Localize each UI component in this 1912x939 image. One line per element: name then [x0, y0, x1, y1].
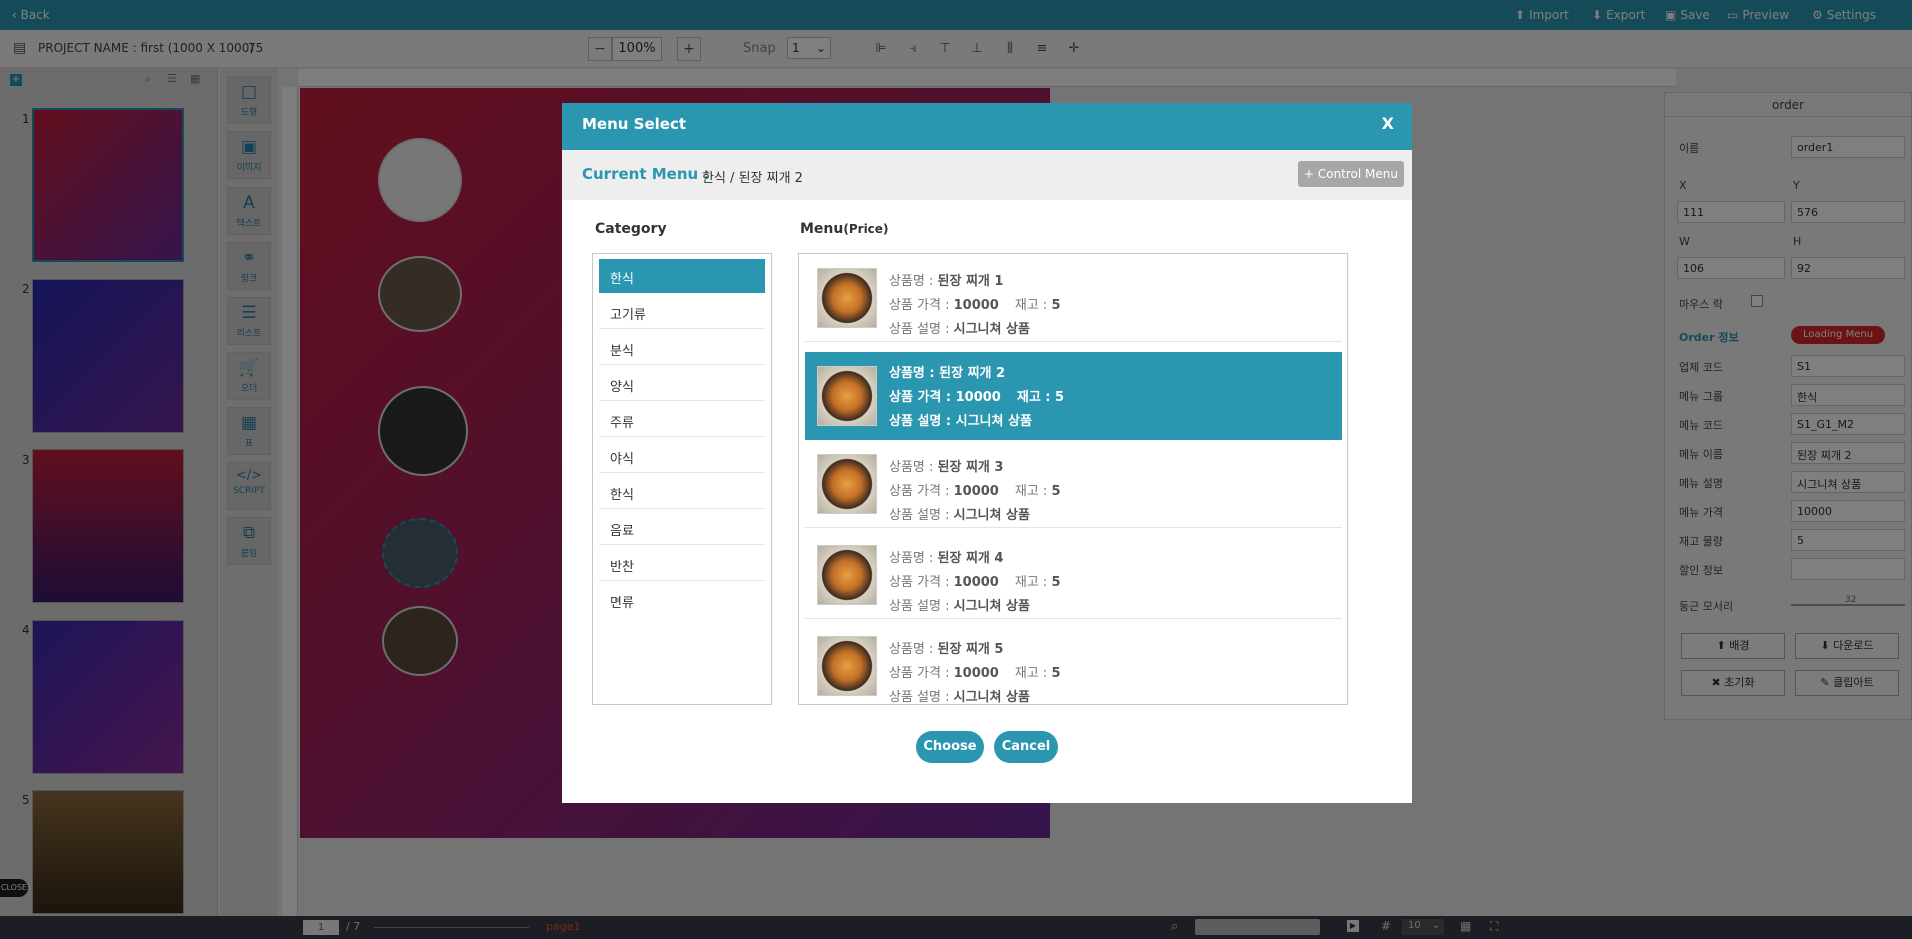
- category-heading: Category: [595, 221, 667, 237]
- food-image: [817, 636, 877, 696]
- menu-price: 상품 가격 : 10000 재고 : 5: [889, 480, 1060, 499]
- category-item[interactable]: 면류: [599, 583, 765, 617]
- stock-label: 재고 :: [1014, 484, 1052, 499]
- menu-price: 상품 가격 : 10000 재고 : 5: [889, 386, 1064, 405]
- menu-price: 상품 가격 : 10000 재고 : 5: [889, 571, 1060, 590]
- desc-value: 시그니쳐 상품: [953, 599, 1030, 614]
- menu-price: 상품 가격 : 10000 재고 : 5: [889, 662, 1060, 681]
- stock-value: 5: [1051, 666, 1061, 681]
- menu-item[interactable]: 상품명 : 된장 찌개 5 상품 가격 : 10000 재고 : 5 상품 설명 …: [805, 622, 1342, 705]
- category-item[interactable]: 야식: [599, 439, 765, 473]
- dialog-title: Menu Select: [582, 115, 687, 133]
- name-value: 된장 찌개 5: [937, 642, 1004, 657]
- food-image: [817, 454, 877, 514]
- price-value: 10000: [953, 666, 999, 681]
- price-value: 10000: [953, 484, 999, 499]
- menu-desc: 상품 설명 : 시그니쳐 상품: [889, 318, 1030, 337]
- price-label: 상품 가격 :: [889, 390, 956, 405]
- name-value: 된장 찌개 4: [937, 551, 1004, 566]
- price-value: 10000: [953, 575, 999, 590]
- choose-button[interactable]: Choose: [916, 731, 984, 763]
- menu-heading: Menu(Price): [800, 221, 888, 237]
- menu-desc: 상품 설명 : 시그니쳐 상품: [889, 595, 1030, 614]
- category-item[interactable]: 음료: [599, 511, 765, 545]
- menu-price: 상품 가격 : 10000 재고 : 5: [889, 294, 1060, 313]
- current-menu-bar: Current Menu : 한식 / 된장 찌개 2 + Control Me…: [562, 150, 1412, 200]
- stock-value: 5: [1055, 390, 1065, 405]
- price-label: 상품 가격 :: [889, 666, 954, 681]
- desc-label: 상품 설명 :: [889, 690, 954, 705]
- stock-value: 5: [1051, 484, 1061, 499]
- desc-label: 상품 설명 :: [889, 508, 954, 523]
- menu-name: 상품명 : 된장 찌개 5: [889, 638, 1003, 657]
- desc-label: 상품 설명 :: [889, 322, 954, 337]
- desc-value: 시그니쳐 상품: [955, 414, 1032, 429]
- name-label: 상품명 :: [889, 551, 938, 566]
- name-label: 상품명 :: [889, 366, 940, 381]
- category-item[interactable]: 주류: [599, 403, 765, 437]
- stock-label: 재고 :: [1014, 298, 1052, 313]
- price-label: 상품 가격 :: [889, 575, 954, 590]
- category-item[interactable]: 고기류: [599, 295, 765, 329]
- price-value: 10000: [953, 298, 999, 313]
- menu-list: 상품명 : 된장 찌개 1 상품 가격 : 10000 재고 : 5 상품 설명 …: [798, 253, 1348, 705]
- menu-name: 상품명 : 된장 찌개 4: [889, 547, 1003, 566]
- current-menu-label: Current Menu :: [582, 165, 710, 183]
- category-item[interactable]: 한식: [599, 475, 765, 509]
- food-image: [817, 268, 877, 328]
- name-label: 상품명 :: [889, 460, 938, 475]
- stock-label: 재고 :: [1016, 390, 1056, 405]
- menu-desc: 상품 설명 : 시그니쳐 상품: [889, 504, 1030, 523]
- category-item[interactable]: 분식: [599, 331, 765, 365]
- name-value: 된장 찌개 2: [939, 366, 1006, 381]
- desc-value: 시그니쳐 상품: [953, 508, 1030, 523]
- name-value: 된장 찌개 1: [937, 274, 1004, 289]
- category-item[interactable]: 양식: [599, 367, 765, 401]
- current-menu-value: 한식 / 된장 찌개 2: [702, 171, 803, 186]
- price-value: 10000: [955, 390, 1001, 405]
- category-list: 한식 고기류 분식 양식 주류 야식 한식 음료 반찬 면류: [592, 253, 772, 705]
- desc-label: 상품 설명 :: [889, 599, 954, 614]
- stock-value: 5: [1051, 298, 1061, 313]
- desc-value: 시그니쳐 상품: [953, 322, 1030, 337]
- menu-heading-sub: (Price): [843, 222, 889, 236]
- desc-label: 상품 설명 :: [889, 414, 956, 429]
- menu-item[interactable]: 상품명 : 된장 찌개 3 상품 가격 : 10000 재고 : 5 상품 설명 …: [805, 440, 1342, 528]
- category-item[interactable]: 반찬: [599, 547, 765, 581]
- price-label: 상품 가격 :: [889, 484, 954, 499]
- menu-desc: 상품 설명 : 시그니쳐 상품: [889, 410, 1032, 429]
- dialog-header: Menu Select X: [562, 103, 1412, 150]
- stock-value: 5: [1051, 575, 1061, 590]
- menu-heading-text: Menu: [800, 221, 844, 237]
- name-value: 된장 찌개 3: [937, 460, 1004, 475]
- stock-label: 재고 :: [1014, 666, 1052, 681]
- menu-desc: 상품 설명 : 시그니쳐 상품: [889, 686, 1030, 705]
- desc-value: 시그니쳐 상품: [953, 690, 1030, 705]
- name-label: 상품명 :: [889, 642, 938, 657]
- close-button[interactable]: X: [1382, 114, 1394, 133]
- control-menu-button[interactable]: + Control Menu: [1298, 161, 1404, 187]
- menu-item[interactable]: 상품명 : 된장 찌개 1 상품 가격 : 10000 재고 : 5 상품 설명 …: [805, 254, 1342, 342]
- menu-name: 상품명 : 된장 찌개 3: [889, 456, 1003, 475]
- category-item[interactable]: 한식: [599, 259, 765, 293]
- menu-select-dialog: Menu Select X Current Menu : 한식 / 된장 찌개 …: [562, 103, 1412, 803]
- menu-item[interactable]: 상품명 : 된장 찌개 4 상품 가격 : 10000 재고 : 5 상품 설명 …: [805, 531, 1342, 619]
- cancel-button[interactable]: Cancel: [994, 731, 1058, 763]
- stock-label: 재고 :: [1014, 575, 1052, 590]
- menu-name: 상품명 : 된장 찌개 1: [889, 270, 1003, 289]
- price-label: 상품 가격 :: [889, 298, 954, 313]
- menu-item-selected[interactable]: 상품명 : 된장 찌개 2 상품 가격 : 10000 재고 : 5 상품 설명 …: [805, 352, 1342, 440]
- name-label: 상품명 :: [889, 274, 938, 289]
- food-image: [817, 366, 877, 426]
- food-image: [817, 545, 877, 605]
- menu-name: 상품명 : 된장 찌개 2: [889, 362, 1005, 381]
